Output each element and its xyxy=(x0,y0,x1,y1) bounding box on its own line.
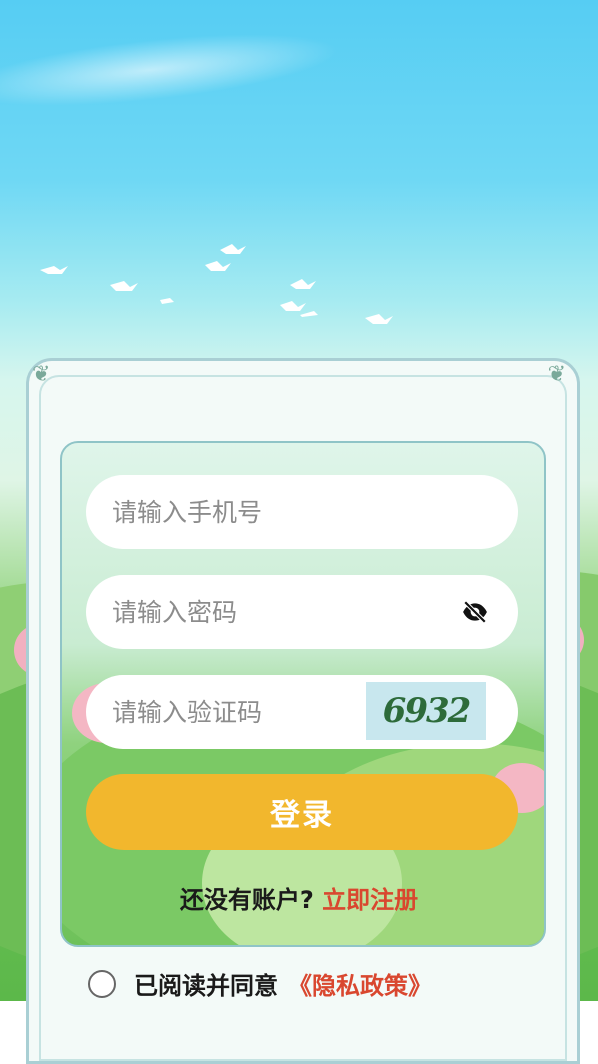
agreement-text: 已阅读并同意 xyxy=(134,972,278,1000)
agreement-row: 已阅读并同意 《隐私政策》 xyxy=(88,966,432,1001)
register-prompt-text: 还没有账户? xyxy=(179,886,314,914)
register-link[interactable]: 立即注册 xyxy=(322,886,418,914)
verification-code-input[interactable] xyxy=(110,696,364,728)
login-button[interactable]: 登录 xyxy=(86,774,518,850)
register-prompt-line: 还没有账户? 立即注册 xyxy=(0,880,598,915)
leaf-ornament-icon: ❦ xyxy=(32,362,51,387)
birds-decoration xyxy=(40,244,393,324)
password-field[interactable] xyxy=(86,575,518,649)
password-input[interactable] xyxy=(110,596,394,628)
leaf-ornament-icon: ❦ xyxy=(547,362,566,387)
radio-unchecked-icon[interactable] xyxy=(88,969,116,998)
phone-input[interactable] xyxy=(110,496,394,528)
eye-off-icon[interactable] xyxy=(462,599,488,625)
captcha-image[interactable]: 6932 xyxy=(366,682,486,740)
phone-field[interactable] xyxy=(86,475,518,549)
verification-code-field[interactable]: 6932 xyxy=(86,675,518,749)
privacy-policy-link[interactable]: 《隐私政策》 xyxy=(288,966,432,1001)
